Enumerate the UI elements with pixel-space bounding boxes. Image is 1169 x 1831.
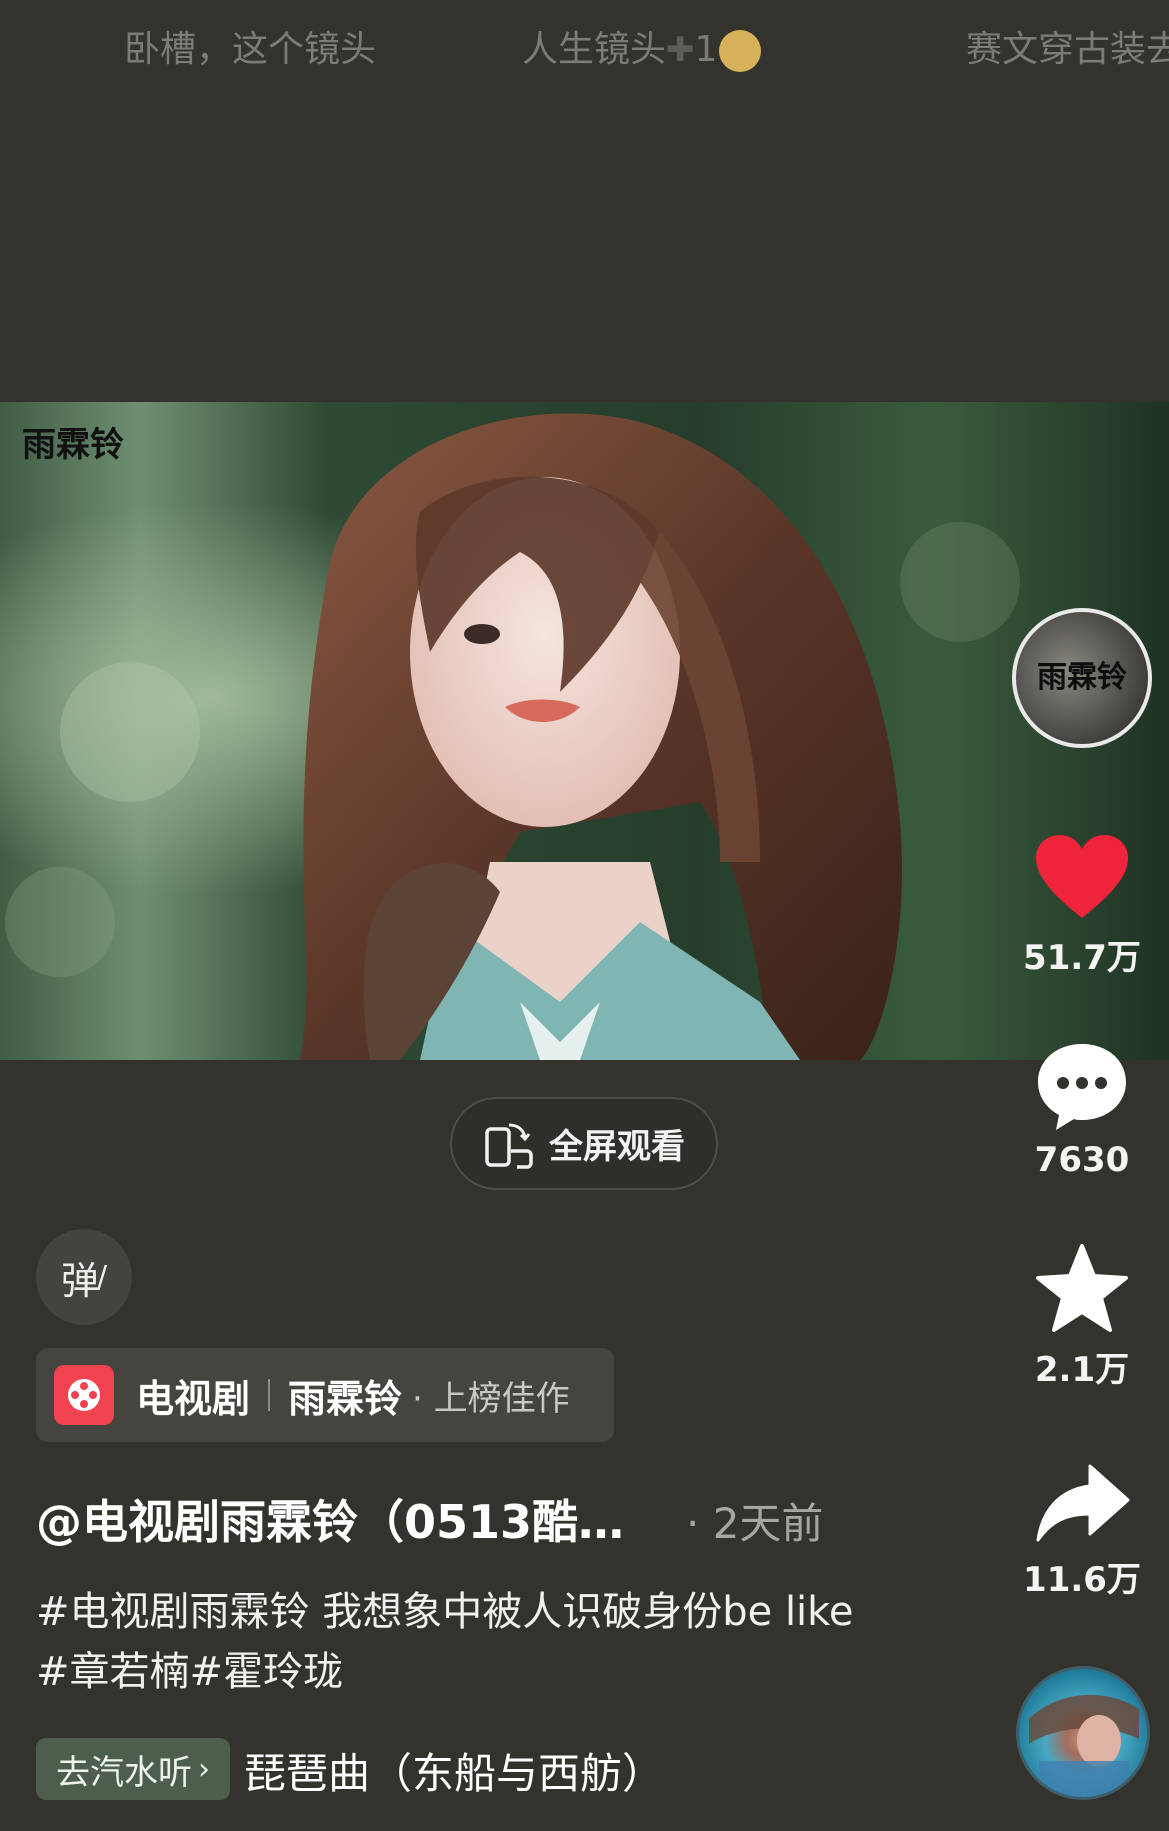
favorite-count: 2.1万: [1034, 1350, 1130, 1390]
emoji-face-icon: [719, 30, 762, 72]
music-disc[interactable]: [1016, 1666, 1150, 1800]
danmaku-slash-icon: /: [96, 1259, 108, 1295]
open-in-qishui-label: 去汽水听: [56, 1752, 192, 1793]
heart-icon: [1036, 835, 1128, 918]
like-button[interactable]: 51.7万: [1017, 832, 1147, 979]
film-reel-icon: [54, 1365, 114, 1425]
music-title[interactable]: 琵琶曲（东船与西舫）: [244, 1740, 664, 1801]
plus-icon: ✚: [666, 30, 695, 70]
like-count: 51.7万: [1023, 938, 1141, 978]
top-tab-3[interactable]: 赛文穿古装去: [966, 20, 1169, 72]
category-type: 电视剧: [136, 1376, 251, 1421]
top-feed-bar: 卧槽，这个镜头 人生镜头✚1 赛文穿古装去: [0, 0, 1169, 90]
favorite-button[interactable]: 2.1万: [1017, 1242, 1147, 1391]
video-player[interactable]: 雨霖铃: [0, 402, 1169, 1060]
video-watermark: 雨霖铃: [22, 425, 124, 465]
top-tab-2-label: 人生镜头: [522, 29, 667, 70]
comment-button[interactable]: 7630: [1017, 1040, 1147, 1180]
open-in-qishui-button[interactable]: 去汽水听 ›: [36, 1738, 230, 1800]
danmaku-toggle-button[interactable]: 弹 /: [36, 1229, 132, 1325]
share-arrow-icon: [1036, 1464, 1130, 1542]
top-tab-2[interactable]: 人生镜头✚1: [522, 20, 762, 72]
creator-avatar[interactable]: 雨霖铃: [1012, 608, 1152, 748]
share-count: 11.6万: [1023, 1560, 1141, 1600]
share-button[interactable]: 11.6万: [1017, 1462, 1147, 1601]
post-description[interactable]: #电视剧雨霖铃 我想象中被人识破身份be like #章若楠#霍玲珑: [36, 1582, 856, 1702]
comment-count: 7630: [1034, 1140, 1130, 1180]
category-divider: [268, 1379, 271, 1411]
author-name[interactable]: @电视剧雨霖铃（0513酷…: [36, 1486, 624, 1552]
category-rank: · 上榜佳作: [412, 1378, 570, 1419]
chevron-right-icon: ›: [198, 1751, 210, 1787]
top-tab-1[interactable]: 卧槽，这个镜头: [124, 20, 376, 72]
fullscreen-label: 全屏观看: [549, 1127, 685, 1167]
rotate-screen-icon: [485, 1123, 533, 1169]
category-title: 雨霖铃: [288, 1376, 403, 1421]
fullscreen-button[interactable]: 全屏观看: [450, 1097, 718, 1190]
creator-avatar-text: 雨霖铃: [1037, 660, 1127, 695]
category-tag[interactable]: 电视剧 雨霖铃 · 上榜佳作: [36, 1348, 614, 1442]
post-time: · 2天前: [686, 1499, 824, 1548]
top-tab-2-suffix: 1: [694, 29, 718, 70]
video-frame-image: [0, 402, 1169, 1060]
danmaku-label: 弹: [60, 1258, 99, 1303]
comment-bubble-icon: [1038, 1044, 1126, 1130]
star-icon: [1036, 1244, 1128, 1332]
music-disc-cover: [1029, 1695, 1139, 1797]
